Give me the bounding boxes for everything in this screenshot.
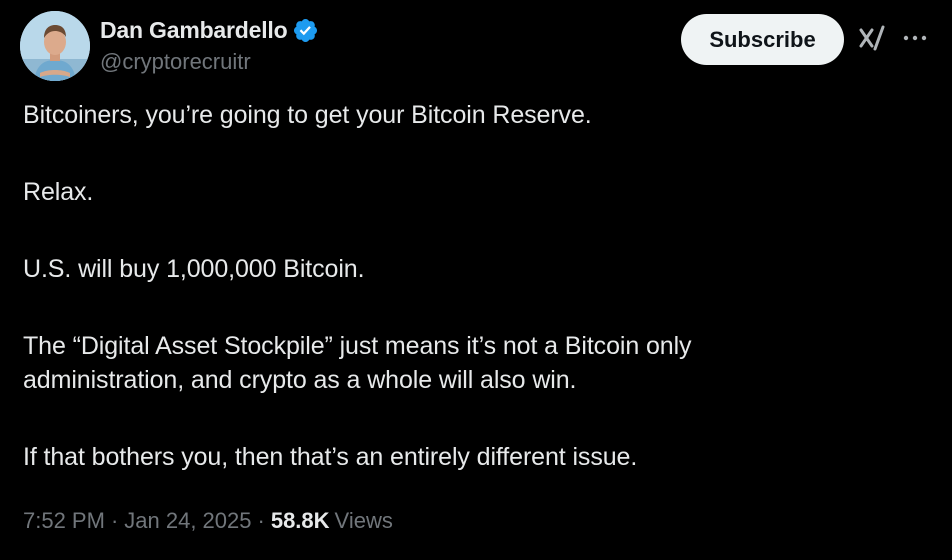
subscribe-button[interactable]: Subscribe [681, 14, 844, 65]
tweet-date[interactable]: Jan 24, 2025 [124, 508, 251, 534]
tweet-time[interactable]: 7:52 PM [23, 508, 105, 534]
profile-photo-icon [20, 11, 90, 81]
views-label: Views [334, 508, 393, 533]
views-count: 58.8K [270, 508, 330, 533]
verified-badge-icon[interactable] [292, 17, 319, 44]
tweet-line: The “Digital Asset Stockpile” just means… [23, 332, 692, 360]
tweet-line: Relax. [23, 178, 94, 206]
tweet-line: If that bothers you, then that’s an enti… [23, 443, 638, 471]
author-name-row: Dan Gambardello [100, 14, 319, 46]
avatar[interactable] [20, 11, 90, 81]
author-handle[interactable]: @cryptorecruitr [100, 49, 251, 75]
tweet-line: U.S. will buy 1,000,000 Bitcoin. [23, 255, 365, 283]
tweet-line: Bitcoiners, you’re going to get your Bit… [23, 101, 592, 129]
tweet-line: administration, and crypto as a whole wi… [23, 366, 577, 394]
author-display-name[interactable]: Dan Gambardello [100, 17, 288, 44]
meta-separator: · [257, 508, 265, 533]
meta-separator: · [110, 508, 119, 533]
ellipsis-icon[interactable] [902, 30, 928, 46]
tweet-meta: 7:52 PM · Jan 24, 2025 · 58.8K Views [23, 508, 393, 534]
grok-icon[interactable] [858, 24, 886, 52]
tweet-text: Bitcoiners, you’re going to get your Bit… [23, 98, 923, 474]
